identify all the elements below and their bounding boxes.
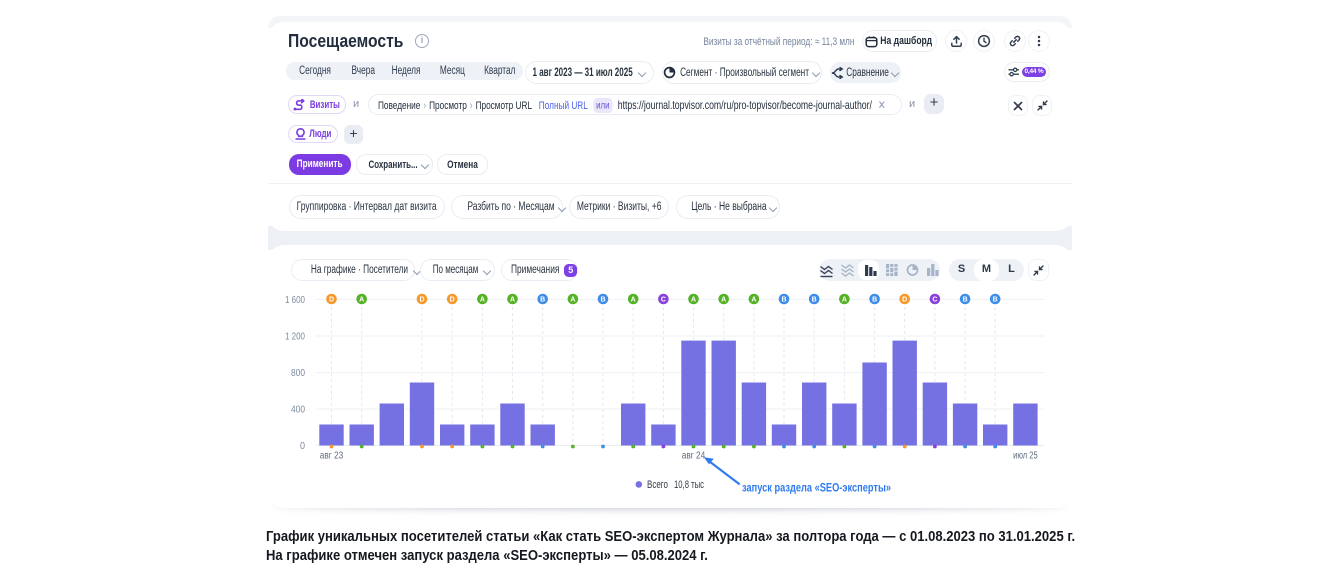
svg-text:A: A [359, 297, 364, 304]
svg-text:A: A [631, 297, 636, 304]
svg-text:1 200: 1 200 [285, 332, 305, 343]
svg-text:авг 24: авг 24 [682, 451, 706, 462]
svg-text:D: D [419, 297, 424, 304]
svg-text:A: A [480, 297, 485, 304]
svg-text:C: C [661, 297, 666, 304]
svg-text:B: B [963, 297, 968, 304]
svg-text:Всего: Всего [647, 479, 668, 491]
svg-text:10,8 тыс: 10,8 тыс [674, 479, 704, 491]
svg-text:A: A [721, 297, 726, 304]
svg-text:авг 23: авг 23 [320, 451, 344, 462]
svg-text:D: D [329, 297, 334, 304]
svg-text:июл 25: июл 25 [1013, 451, 1038, 462]
svg-text:A: A [691, 297, 696, 304]
svg-text:B: B [812, 297, 817, 304]
svg-text:C: C [932, 297, 937, 304]
svg-text:A: A [842, 297, 847, 304]
svg-text:A: A [570, 297, 575, 304]
svg-text:B: B [600, 297, 605, 304]
svg-text:1 600: 1 600 [285, 295, 305, 306]
svg-text:B: B [540, 297, 545, 304]
svg-text:B: B [872, 297, 877, 304]
svg-text:запуск раздела «SEO-эксперты»: запуск раздела «SEO-эксперты» [742, 481, 891, 495]
svg-text:0: 0 [300, 441, 305, 452]
svg-text:D: D [450, 297, 455, 304]
svg-text:B: B [993, 297, 998, 304]
svg-text:400: 400 [291, 405, 305, 416]
svg-text:A: A [751, 297, 756, 304]
svg-text:A: A [510, 297, 515, 304]
svg-text:800: 800 [291, 368, 305, 379]
svg-text:B: B [781, 297, 786, 304]
svg-text:D: D [902, 297, 907, 304]
